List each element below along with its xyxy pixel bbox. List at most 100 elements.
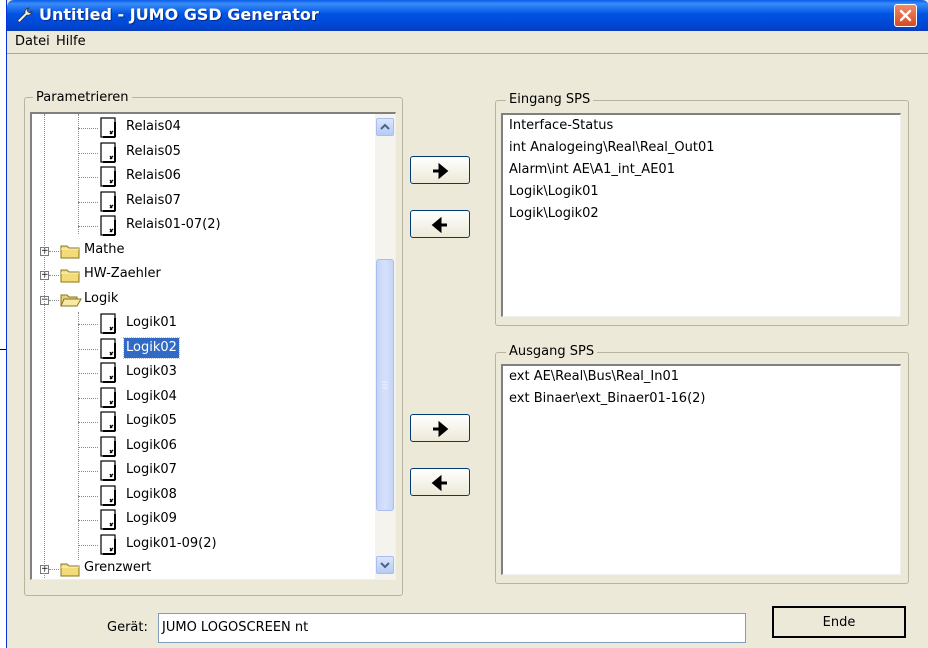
scroll-thumb[interactable] — [376, 259, 394, 511]
tree-item-label: Relais07 — [126, 193, 181, 208]
scroll-down-button[interactable] — [376, 556, 394, 574]
chevron-down-icon — [380, 562, 390, 569]
tree-item-label: Logik09 — [126, 511, 177, 526]
tree-item-label: Logik06 — [126, 438, 177, 453]
tree-item[interactable]: Logik08 — [32, 484, 372, 507]
tree-item[interactable]: − Logik — [32, 288, 372, 311]
geraet-label: Gerät: — [107, 620, 148, 635]
tree-connector — [78, 496, 98, 497]
eingang-list-item[interactable]: Interface-Status — [509, 115, 613, 137]
parameter-tree[interactable]: Relais04 Relais05 Relais06 Relais07 Relais01… — [30, 112, 396, 580]
menu-separator — [7, 53, 928, 54]
main-window: Untitled - JUMO GSD Generator Datei Hilf… — [6, 0, 928, 648]
grip-icon — [382, 381, 388, 389]
ausgang-label: Ausgang SPS — [506, 345, 598, 359]
tree-connector — [78, 545, 98, 546]
eingang-list[interactable]: Interface-Status int Analogeing\Real\Real… — [501, 113, 901, 317]
arrow-right-icon — [433, 421, 449, 437]
add-input-button[interactable] — [410, 156, 470, 184]
tree-item[interactable]: Relais07 — [32, 190, 372, 213]
menu-datei[interactable]: Datei — [11, 31, 54, 53]
tree-item-label: Relais06 — [126, 168, 181, 183]
document-icon — [98, 142, 120, 164]
close-icon — [899, 9, 912, 22]
tree-item-label: Logik04 — [126, 389, 177, 404]
remove-output-button[interactable] — [410, 468, 470, 496]
add-output-button[interactable] — [410, 414, 470, 442]
menu-hilfe[interactable]: Hilfe — [52, 31, 90, 53]
ende-button[interactable]: Ende — [772, 606, 906, 638]
document-icon — [98, 338, 120, 360]
tree-scrollbar[interactable] — [375, 114, 395, 579]
eingang-list-item[interactable]: Logik\Logik01 — [509, 181, 599, 203]
tree-item[interactable]: Logik07 — [32, 459, 372, 482]
tree-item[interactable]: Relais01-07(2) — [32, 214, 372, 237]
tree-connector — [49, 300, 59, 301]
tree-item[interactable]: + HW-Zaehler — [32, 263, 372, 286]
tree-guide-line — [78, 114, 79, 234]
ausgang-list-item[interactable]: ext Binaer\ext_Binaer01-16(2) — [509, 388, 705, 410]
ausgang-list[interactable]: ext AE\Real\Bus\Real_In01 ext Binaer\ext_… — [501, 364, 901, 575]
tree-folder-label: Logik — [84, 291, 119, 306]
tree-item[interactable]: Logik01-09(2) — [32, 533, 372, 556]
tree-item[interactable]: Logik04 — [32, 386, 372, 409]
wrench-icon — [17, 7, 33, 23]
folder-icon — [60, 243, 80, 259]
chevron-up-icon — [380, 123, 390, 130]
close-button[interactable] — [894, 4, 917, 27]
ausgang-list-item[interactable]: ext AE\Real\Bus\Real_In01 — [509, 366, 679, 388]
tree-item-label: Relais04 — [126, 119, 181, 134]
document-icon — [98, 411, 120, 433]
document-icon — [98, 362, 120, 384]
arrow-left-icon — [431, 475, 447, 491]
tree-item-label: Logik03 — [126, 364, 177, 379]
title-bar[interactable]: Untitled - JUMO GSD Generator — [7, 0, 928, 31]
tree-item[interactable]: Logik09 — [32, 508, 372, 531]
tree-item[interactable]: Relais04 — [32, 116, 372, 139]
tree-item[interactable]: Logik05 — [32, 410, 372, 433]
folder-open-icon — [60, 292, 82, 308]
eingang-list-item[interactable]: Alarm\int AE\A1_int_AE01 — [509, 159, 675, 181]
tree-connector — [78, 422, 98, 423]
tree-connector — [78, 520, 98, 521]
document-icon — [98, 387, 120, 409]
tree-guide-line — [78, 312, 79, 560]
tree-item[interactable]: Relais05 — [32, 141, 372, 164]
tree-connector — [78, 202, 98, 203]
folder-icon — [60, 267, 80, 283]
tree-connector — [49, 569, 59, 570]
tree-item-label: Logik08 — [126, 487, 177, 502]
tree-connector — [78, 471, 98, 472]
tree-item[interactable]: Logik02 — [32, 337, 372, 360]
geraet-field[interactable]: JUMO LOGOSCREEN nt — [158, 613, 746, 643]
tree-connector — [49, 251, 59, 252]
document-icon — [98, 485, 120, 507]
parametrieren-label: Parametrieren — [33, 91, 132, 105]
eingang-list-item[interactable]: int Analogeing\Real\Real_Out01 — [509, 137, 715, 159]
tree-item[interactable]: Logik01 — [32, 312, 372, 335]
tree-item-label: Logik01-09(2) — [126, 536, 217, 551]
remove-input-button[interactable] — [410, 210, 470, 238]
tree-item[interactable]: + Grenzwert — [32, 557, 372, 579]
tree-connector — [78, 153, 98, 154]
tree-folder-label: Mathe — [84, 242, 125, 257]
tree-item[interactable]: Relais06 — [32, 165, 372, 188]
tree-item[interactable]: Logik06 — [32, 435, 372, 458]
tree-item[interactable]: Logik03 — [32, 361, 372, 384]
menu-hilfe-label: Hilfe — [56, 34, 86, 49]
document-icon — [98, 166, 120, 188]
document-icon — [98, 215, 120, 237]
tree-item-label: Logik05 — [126, 413, 177, 428]
tree-item[interactable]: + Mathe — [32, 239, 372, 262]
tree-item-label: Logik01 — [126, 315, 177, 330]
document-icon — [98, 460, 120, 482]
folder-icon — [60, 561, 80, 577]
eingang-list-item[interactable]: Logik\Logik02 — [509, 203, 599, 225]
ende-label: Ende — [822, 615, 856, 630]
tree-connector — [78, 447, 98, 448]
scroll-up-button[interactable] — [376, 118, 394, 136]
tree-connector — [78, 128, 98, 129]
tree-connector — [78, 226, 98, 227]
window-title: Untitled - JUMO GSD Generator — [39, 5, 319, 24]
document-icon — [98, 509, 120, 531]
